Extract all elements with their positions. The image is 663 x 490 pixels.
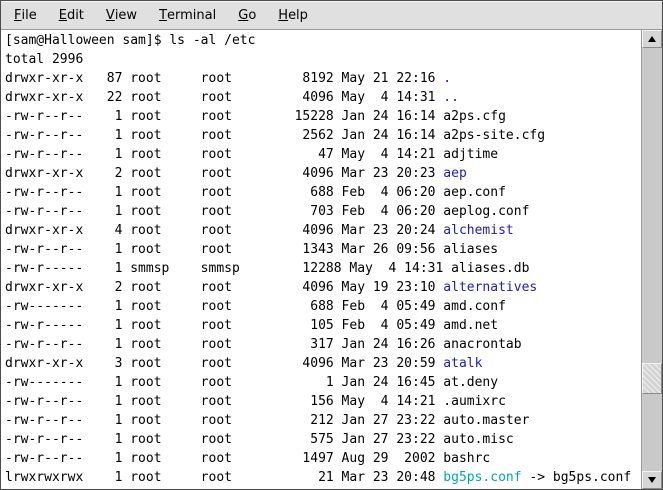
file-meta: -rw-r--r-- 1 root root 47 May 4 14:21	[5, 147, 443, 162]
file-listing: drwxr-xr-x 87 root root 8192 May 21 22:1…	[5, 69, 641, 487]
file-meta: drwxr-xr-x 3 root root 4096 Mar 23 20:59	[5, 356, 443, 371]
file-meta: -rw-r--r-- 1 root root 2562 Jan 24 16:14	[5, 128, 443, 143]
file-name: atalk	[443, 356, 482, 371]
file-meta: lrwxrwxrwx 1 root root 21 Mar 23 20:48	[5, 470, 443, 485]
listing-row: -rw-r--r-- 1 root root 317 Jan 24 16:26 …	[5, 335, 641, 354]
file-meta: -rw-r--r-- 1 root root 703 Feb 4 06:20	[5, 204, 443, 219]
listing-row: drwxr-xr-x 4 root root 4096 Mar 23 20:24…	[5, 221, 641, 240]
listing-row: drwxr-xr-x 2 root root 4096 May 19 23:10…	[5, 278, 641, 297]
file-name: aliases	[443, 242, 498, 257]
file-meta: -rw-r--r-- 1 root root 688 Feb 4 06:20	[5, 185, 443, 200]
vertical-scrollbar[interactable]	[641, 30, 662, 489]
file-meta: -rw-r----- 1 smmsp smmsp 12288 May 4 14:…	[5, 261, 451, 276]
file-meta: -rw-r----- 1 root root 105 Feb 4 05:49	[5, 318, 443, 333]
listing-row: -rw-r--r-- 1 root root 15228 Jan 24 16:1…	[5, 107, 641, 126]
file-meta: -rw------- 1 root root 688 Feb 4 05:49	[5, 299, 443, 314]
symlink-target: -> bg5ps.conf	[522, 470, 632, 485]
listing-row: -rw-r----- 1 smmsp smmsp 12288 May 4 14:…	[5, 259, 641, 278]
file-name: aeplog.conf	[443, 204, 529, 219]
listing-row: -rw-r--r-- 1 root root 2562 Jan 24 16:14…	[5, 126, 641, 145]
file-name: a2ps-site.cfg	[443, 128, 545, 143]
listing-row: -rw------- 1 root root 1 Jan 24 16:45 at…	[5, 373, 641, 392]
listing-row: -rw-r--r-- 1 root root 575 Jan 27 23:22 …	[5, 430, 641, 449]
up-arrow-icon	[648, 36, 656, 42]
file-name: at.deny	[443, 375, 498, 390]
menu-go[interactable]: Go	[229, 1, 265, 29]
listing-row: -rw-r--r-- 1 root root 1343 Mar 26 09:56…	[5, 240, 641, 259]
file-meta: -rw-r--r-- 1 root root 156 May 4 14:21	[5, 394, 443, 409]
listing-row: -rw-r--r-- 1 root root 156 May 4 14:21 .…	[5, 392, 641, 411]
file-name: aep	[443, 166, 466, 181]
file-meta: -rw-r--r-- 1 root root 1497 Aug 29 2002	[5, 451, 443, 466]
file-name: bashrc	[443, 451, 490, 466]
listing-row: -rw-r--r-- 1 root root 688 Feb 4 06:20 a…	[5, 183, 641, 202]
listing-row: -rw-r--r-- 1 root root 1497 Aug 29 2002 …	[5, 449, 641, 468]
file-name: adjtime	[443, 147, 498, 162]
file-meta: -rw-r--r-- 1 root root 15228 Jan 24 16:1…	[5, 109, 443, 124]
file-meta: drwxr-xr-x 2 root root 4096 Mar 23 20:23	[5, 166, 443, 181]
scroll-down-button[interactable]	[642, 471, 662, 489]
file-name: .	[443, 71, 451, 86]
file-name: aep.conf	[443, 185, 506, 200]
menu-bar: FileEditViewTerminalGoHelp	[1, 1, 662, 30]
file-meta: -rw-r--r-- 1 root root 212 Jan 27 23:22	[5, 413, 443, 428]
file-name: alternatives	[443, 280, 537, 295]
file-meta: -rw-r--r-- 1 root root 317 Jan 24 16:26	[5, 337, 443, 352]
file-name: alchemist	[443, 223, 513, 238]
scroll-up-button[interactable]	[642, 30, 662, 48]
terminal-content: [sam@Halloween sam]$ ls -al /etc total 2…	[1, 30, 662, 489]
scrollbar-thumb[interactable]	[642, 363, 662, 394]
listing-row: drwxr-xr-x 2 root root 4096 Mar 23 20:23…	[5, 164, 641, 183]
file-name: a2ps.cfg	[443, 109, 506, 124]
file-name: ..	[443, 90, 459, 105]
terminal-window: FileEditViewTerminalGoHelp [sam@Hallowee…	[0, 0, 663, 490]
down-arrow-icon	[648, 477, 656, 483]
file-meta: -rw------- 1 root root 1 Jan 24 16:45	[5, 375, 443, 390]
listing-row: -rw-r----- 1 root root 105 Feb 4 05:49 a…	[5, 316, 641, 335]
file-name: .aumixrc	[443, 394, 506, 409]
file-name: aliases.db	[451, 261, 529, 276]
file-name: auto.master	[443, 413, 529, 428]
file-meta: drwxr-xr-x 4 root root 4096 Mar 23 20:24	[5, 223, 443, 238]
listing-row: drwxr-xr-x 22 root root 4096 May 4 14:31…	[5, 88, 641, 107]
listing-row: drwxr-xr-x 87 root root 8192 May 21 22:1…	[5, 69, 641, 88]
menu-terminal[interactable]: Terminal	[150, 1, 225, 29]
listing-row: -rw-r--r-- 1 root root 47 May 4 14:21 ad…	[5, 145, 641, 164]
file-name: amd.conf	[443, 299, 506, 314]
menu-view[interactable]: View	[97, 1, 146, 29]
file-meta: -rw-r--r-- 1 root root 575 Jan 27 23:22	[5, 432, 443, 447]
file-meta: drwxr-xr-x 2 root root 4096 May 19 23:10	[5, 280, 443, 295]
terminal-screen[interactable]: [sam@Halloween sam]$ ls -al /etc total 2…	[1, 30, 641, 489]
file-name: bg5ps.conf	[443, 470, 521, 485]
listing-row: lrwxrwxrwx 1 root root 21 Mar 23 20:48 b…	[5, 468, 641, 487]
total-line: total 2996	[5, 50, 641, 69]
file-name: auto.misc	[443, 432, 513, 447]
file-meta: -rw-r--r-- 1 root root 1343 Mar 26 09:56	[5, 242, 443, 257]
menu-file[interactable]: File	[5, 1, 46, 29]
scrollbar-trough[interactable]	[642, 48, 662, 471]
listing-row: -rw------- 1 root root 688 Feb 4 05:49 a…	[5, 297, 641, 316]
prompt-line: [sam@Halloween sam]$ ls -al /etc	[5, 31, 641, 50]
file-meta: drwxr-xr-x 87 root root 8192 May 21 22:1…	[5, 71, 443, 86]
listing-row: -rw-r--r-- 1 root root 703 Feb 4 06:20 a…	[5, 202, 641, 221]
file-name: anacrontab	[443, 337, 521, 352]
listing-row: drwxr-xr-x 3 root root 4096 Mar 23 20:59…	[5, 354, 641, 373]
menu-edit[interactable]: Edit	[50, 1, 93, 29]
listing-row: -rw-r--r-- 1 root root 212 Jan 27 23:22 …	[5, 411, 641, 430]
file-name: amd.net	[443, 318, 498, 333]
file-meta: drwxr-xr-x 22 root root 4096 May 4 14:31	[5, 90, 443, 105]
menu-help[interactable]: Help	[269, 1, 317, 29]
